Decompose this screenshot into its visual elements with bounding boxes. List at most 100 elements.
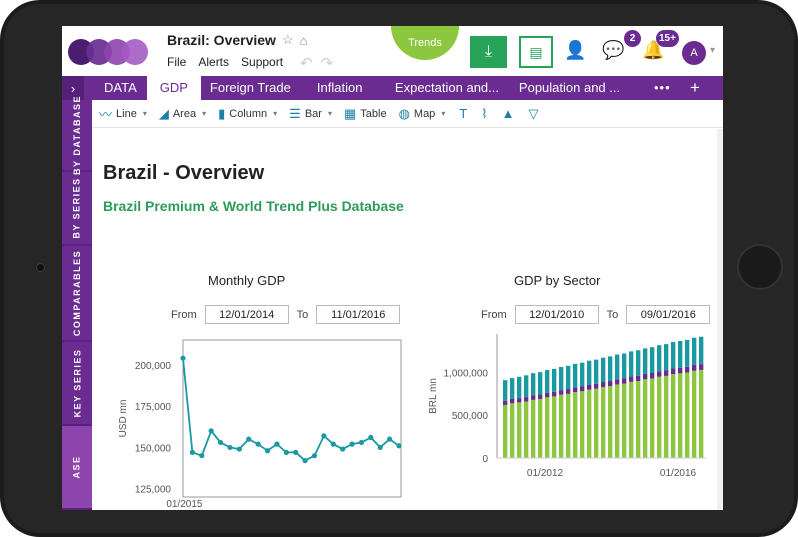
tab-expectation[interactable]: Expectation and... [386,76,510,100]
bar-segment [622,383,627,458]
gdp-data-point [340,446,346,452]
monthly-gdp-chart[interactable]: 200,000 175,000 150,000 125,000 USD mn 01/201… [92,334,402,510]
bar-segment [524,375,529,398]
bar-segment [538,394,543,399]
line-chart-button[interactable]: 〰 Line ▾ [99,104,147,123]
book-icon: ▤ [529,43,543,60]
bar-segment [524,397,529,402]
add-user-icon[interactable]: 👤 [564,40,586,61]
add-tab-icon[interactable]: + [690,76,700,100]
bar-segment [545,370,550,393]
bar-segment [566,393,571,458]
bar-segment [503,400,508,405]
messages-icon[interactable]: 💬 [602,40,624,61]
bar-segment [671,368,676,375]
sidebar-item-comparables[interactable]: COMPARABLES [62,246,92,342]
bar-segment [552,368,557,392]
gdp-data-point [217,439,224,446]
to-date-input[interactable] [626,305,711,324]
tab-gdp[interactable]: GDP [146,76,201,100]
menu-file[interactable]: File [167,55,186,69]
attachment-icon[interactable]: ⌇ [481,106,487,122]
bar-segment [552,396,557,458]
gdp-sector-range: From To [481,305,717,324]
sidebar-label: KEY SERIES [72,348,83,418]
open-book-button[interactable]: ▤ [519,36,553,68]
bar-segment [573,392,578,458]
bar-segment [552,391,557,397]
y-tick-label: 150,000 [135,443,172,454]
app-logo[interactable] [68,39,154,65]
app-header: Brazil: Overview ☆ ⌂ File Alerts Support… [62,26,723,76]
gdp-data-point [274,441,280,447]
bar-segment [538,372,543,395]
from-date-input[interactable] [514,305,599,324]
bar-segment [587,389,592,458]
gdp-sector-chart[interactable]: 1,000,000 500,000 0 BRL mn 01/2012 01/2016 [402,334,717,510]
sidebar-item-by-database[interactable]: BY DATABASE [62,95,92,175]
redo-icon[interactable]: ↷ [321,54,334,72]
from-date-input[interactable] [204,305,289,324]
bar-chart-icon: ☰ [289,105,301,121]
tab-population[interactable]: Population and ... [510,76,625,100]
bar-segment [636,381,641,458]
more-tabs-icon[interactable]: ••• [654,76,671,100]
bar-segment [510,398,515,404]
menu-alerts[interactable]: Alerts [198,55,229,69]
bar-segment [685,339,690,367]
bar-segment [678,373,683,458]
filter-icon[interactable]: ▽ [529,106,539,122]
bar-segment [573,387,578,393]
map-button[interactable]: ◍ Map ▾ [399,106,446,122]
y-tick-label: 1,000,000 [444,368,489,379]
sidebar-label: ASE [71,455,82,479]
gdp-data-point [199,453,205,459]
x-tick-label: 01/2016 [660,468,697,479]
gdp-data-point [264,448,271,454]
table-button[interactable]: ▦ Table [344,106,387,122]
left-sidebar: BY DATABASE BY SERIES COMPARABLES KEY SE… [62,95,92,510]
trends-button[interactable]: Trends [391,26,459,60]
sidebar-item-key-series[interactable]: KEY SERIES [62,342,92,426]
star-icon[interactable]: ☆ [282,32,294,48]
table-icon: ▦ [343,105,357,121]
download-icon: ⤓ [484,43,493,60]
gdp-data-point [236,446,242,452]
bar-segment [692,337,697,365]
messages-badge: 2 [624,30,641,47]
tab-data[interactable]: DATA [84,76,147,100]
bar-segment [545,397,550,458]
bar-segment [678,367,683,374]
x-tick-label: 01/2015 [166,499,203,510]
bar-segment [643,348,648,375]
gdp-data-point [330,441,336,447]
bar-segment [545,392,550,398]
content-scrollbar[interactable] [717,129,723,510]
chevron-down-icon[interactable]: ▾ [710,45,715,56]
bar-chart-button[interactable]: ☰ Bar ▾ [289,106,332,122]
area-chart-button[interactable]: ◢ Area ▾ [159,106,206,122]
bar-segment [650,378,655,458]
text-icon[interactable]: T [459,106,467,121]
user-avatar[interactable]: A [682,41,706,65]
to-date-input[interactable] [316,305,401,324]
y-tick-label: 200,000 [135,361,172,372]
sidebar-item-database[interactable]: ASE [62,426,92,510]
bar-segment [566,389,571,394]
bar-segment [699,369,704,458]
download-button[interactable]: ⤓ [470,36,507,68]
column-chart-button[interactable]: ▮ Column ▾ [218,106,277,122]
tab-inflation[interactable]: Inflation [308,76,386,100]
image-icon[interactable]: ▲ [502,106,515,121]
undo-icon[interactable]: ↶ [300,54,313,72]
document-title[interactable]: Brazil: Overview [167,32,276,48]
sidebar-item-by-series[interactable]: BY SERIES [62,172,92,246]
bar-segment [510,403,515,458]
y-tick-label: 0 [482,454,488,465]
area-label: Area [172,107,197,120]
menu-support[interactable]: Support [241,55,283,69]
home-button[interactable] [737,244,783,290]
column-label: Column [229,107,268,120]
tag-icon[interactable]: ⌂ [300,33,308,48]
tab-foreign-trade[interactable]: Foreign Trade [201,76,308,100]
